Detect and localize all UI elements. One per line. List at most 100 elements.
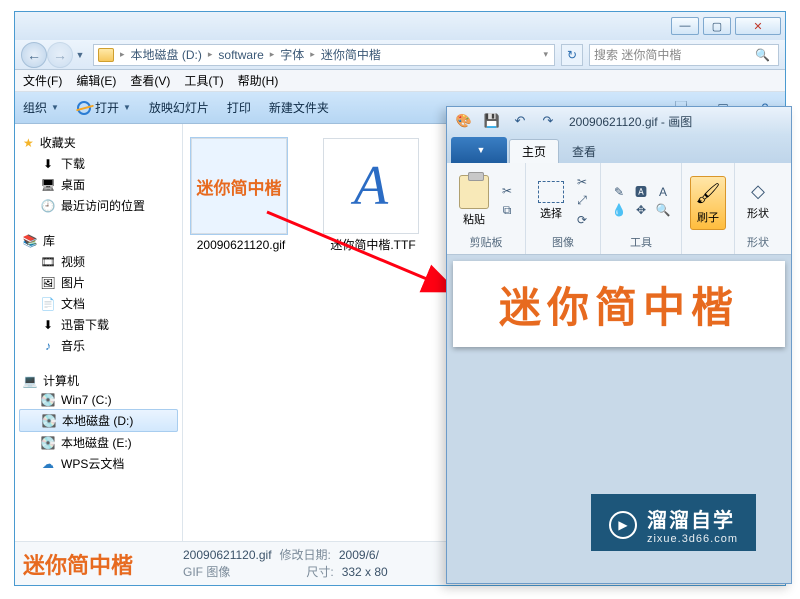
forward-button[interactable]: → <box>47 42 73 68</box>
search-placeholder: 搜索 迷你简中楷 <box>594 46 681 63</box>
library-icon: 📚 <box>23 234 37 248</box>
new-folder-button[interactable]: 新建文件夹 <box>269 99 329 116</box>
watermark-url: zixue.3d66.com <box>647 533 738 545</box>
computer-icon: 💻 <box>23 374 37 388</box>
search-input[interactable]: 搜索 迷你简中楷 🔍 <box>589 44 779 66</box>
music-icon: ♪ <box>41 339 55 353</box>
sidebar-item-downloads[interactable]: ⬇下载 <box>19 153 178 174</box>
ribbon-group-image: 选择 ✂ ⤢ ⟳ 图像 <box>526 163 601 254</box>
drive-icon: 💽 <box>41 436 55 450</box>
address-dropdown-icon[interactable]: ▾ <box>541 49 550 60</box>
group-label-tools: 工具 <box>630 234 652 252</box>
breadcrumb-segment[interactable]: 本地磁盘 (D:) <box>127 46 206 63</box>
menu-edit[interactable]: 编辑(E) <box>76 72 116 89</box>
copy-button[interactable]: ⧉ <box>497 202 517 218</box>
undo-button[interactable]: ↶ <box>507 110 533 132</box>
group-label-image: 图像 <box>552 234 574 252</box>
sidebar-item-recent[interactable]: 🕘最近访问的位置 <box>19 195 178 216</box>
ribbon: 粘贴 ✂ ⧉ 剪贴板 选择 ✂ ⤢ ⟳ 图像 <box>447 163 791 255</box>
breadcrumb-segment[interactable]: 字体 <box>276 46 308 63</box>
sidebar-item-xunlei[interactable]: ⬇迅雷下载 <box>19 314 178 335</box>
fill-tool[interactable]: 🅰 <box>631 184 651 200</box>
zoom-tool[interactable]: 🔍 <box>653 202 673 218</box>
maximize-button[interactable]: ▢ <box>703 17 731 35</box>
file-tab[interactable]: ▼ <box>451 137 507 163</box>
details-filename: 20090621120.gif <box>183 547 272 564</box>
picker-tool[interactable]: ✥ <box>631 202 651 218</box>
paint-titlebar: 🎨 💾 ↶ ↷ 20090621120.gif - 画图 <box>447 107 791 135</box>
file-type-value: GIF 图像 <box>183 564 230 581</box>
sidebar-item-drive-c[interactable]: 💽Win7 (C:) <box>19 391 178 409</box>
picture-icon: 🖼 <box>41 276 55 290</box>
menu-tools[interactable]: 工具(T) <box>184 72 223 89</box>
ribbon-group-tools: ✎ 🅰 A 💧 ✥ 🔍 工具 <box>601 163 682 254</box>
save-button[interactable]: 💾 <box>479 110 505 132</box>
play-icon: ▶ <box>609 511 637 539</box>
sidebar-item-wps-cloud[interactable]: ☁WPS云文档 <box>19 453 178 474</box>
back-button[interactable]: ← <box>21 42 47 68</box>
ribbon-group-brushes: 🖌 刷子 <box>682 163 735 254</box>
address-bar: ← → ▼ ▸ 本地磁盘 (D:)▸ software▸ 字体▸ 迷你简中楷 ▾… <box>15 40 785 70</box>
folder-icon <box>98 48 114 62</box>
group-label-clipboard: 剪贴板 <box>470 234 503 252</box>
sidebar-item-music[interactable]: ♪音乐 <box>19 335 178 356</box>
breadcrumb-segment[interactable]: 迷你简中楷 <box>317 46 385 63</box>
file-item-gif[interactable]: 迷你简中楷 20090621120.gif <box>191 138 291 252</box>
pencil-tool[interactable]: ✎ <box>609 184 629 200</box>
ribbon-tabs: ▼ 主页 查看 <box>447 135 791 163</box>
refresh-button[interactable]: ↻ <box>561 44 583 66</box>
resize-button[interactable]: ⤢ <box>572 193 592 209</box>
rotate-button[interactable]: ⟳ <box>572 212 592 228</box>
select-button[interactable]: 选择 <box>534 179 568 223</box>
clipboard-icon <box>459 175 489 209</box>
libraries-header[interactable]: 📚库 <box>19 230 178 251</box>
tab-home[interactable]: 主页 <box>509 139 559 163</box>
close-button[interactable]: ✕ <box>735 17 781 35</box>
breadcrumb-segment[interactable]: software <box>214 48 267 62</box>
file-item-ttf[interactable]: A 迷你简中楷.TTF <box>323 138 423 252</box>
cut-button[interactable]: ✂ <box>497 183 517 199</box>
tab-view[interactable]: 查看 <box>559 139 609 163</box>
menu-view[interactable]: 查看(V) <box>130 72 170 89</box>
recent-icon: 🕘 <box>41 199 55 213</box>
sidebar-item-desktop[interactable]: 🖥桌面 <box>19 174 178 195</box>
cloud-icon: ☁ <box>41 457 55 471</box>
font-icon: A <box>354 154 388 218</box>
file-name: 迷你简中楷.TTF <box>323 238 423 252</box>
redo-button[interactable]: ↷ <box>535 110 561 132</box>
text-tool[interactable]: A <box>653 184 673 200</box>
crop-button[interactable]: ✂ <box>572 174 592 190</box>
drive-icon: 💽 <box>41 393 55 407</box>
sidebar-item-drive-d[interactable]: 💽本地磁盘 (D:) <box>19 409 178 432</box>
brush-button[interactable]: 🖌 刷子 <box>690 176 726 230</box>
favorites-header[interactable]: ★收藏夹 <box>19 132 178 153</box>
menu-file[interactable]: 文件(F) <box>23 72 62 89</box>
sidebar-item-documents[interactable]: 📄文档 <box>19 293 178 314</box>
canvas[interactable]: 迷你简中楷 <box>453 261 785 347</box>
shapes-button[interactable]: ◇ 形状 <box>743 179 773 223</box>
print-button[interactable]: 打印 <box>227 99 251 116</box>
sidebar-item-pictures[interactable]: 🖼图片 <box>19 272 178 293</box>
slideshow-button[interactable]: 放映幻灯片 <box>149 99 209 116</box>
organize-button[interactable]: 组织 ▼ <box>23 99 59 116</box>
paint-app-icon[interactable]: 🎨 <box>451 110 477 132</box>
select-icon <box>538 181 564 203</box>
nav-history-dropdown[interactable]: ▼ <box>73 42 87 68</box>
watermark-title: 溜溜自学 <box>647 504 738 533</box>
sidebar-item-drive-e[interactable]: 💽本地磁盘 (E:) <box>19 432 178 453</box>
watermark: ▶ 溜溜自学 zixue.3d66.com <box>591 494 756 551</box>
drive-icon: 💽 <box>42 414 56 428</box>
ribbon-group-clipboard: 粘贴 ✂ ⧉ 剪贴板 <box>447 163 526 254</box>
open-button[interactable]: 打开 ▼ <box>77 99 131 116</box>
computer-header[interactable]: 💻计算机 <box>19 370 178 391</box>
desktop-icon: 🖥 <box>41 178 55 192</box>
navigation-pane: ★收藏夹 ⬇下载 🖥桌面 🕘最近访问的位置 📚库 🎞视频 🖼图片 📄文档 ⬇迅雷… <box>15 124 183 541</box>
brush-icon: 🖌 <box>695 181 721 207</box>
paste-button[interactable]: 粘贴 <box>455 173 493 229</box>
group-label-shapes: 形状 <box>747 234 769 252</box>
sidebar-item-videos[interactable]: 🎞视频 <box>19 251 178 272</box>
minimize-button[interactable]: — <box>671 17 699 35</box>
address-field[interactable]: ▸ 本地磁盘 (D:)▸ software▸ 字体▸ 迷你简中楷 ▾ <box>93 44 555 66</box>
eraser-tool[interactable]: 💧 <box>609 202 629 218</box>
menu-help[interactable]: 帮助(H) <box>238 72 279 89</box>
